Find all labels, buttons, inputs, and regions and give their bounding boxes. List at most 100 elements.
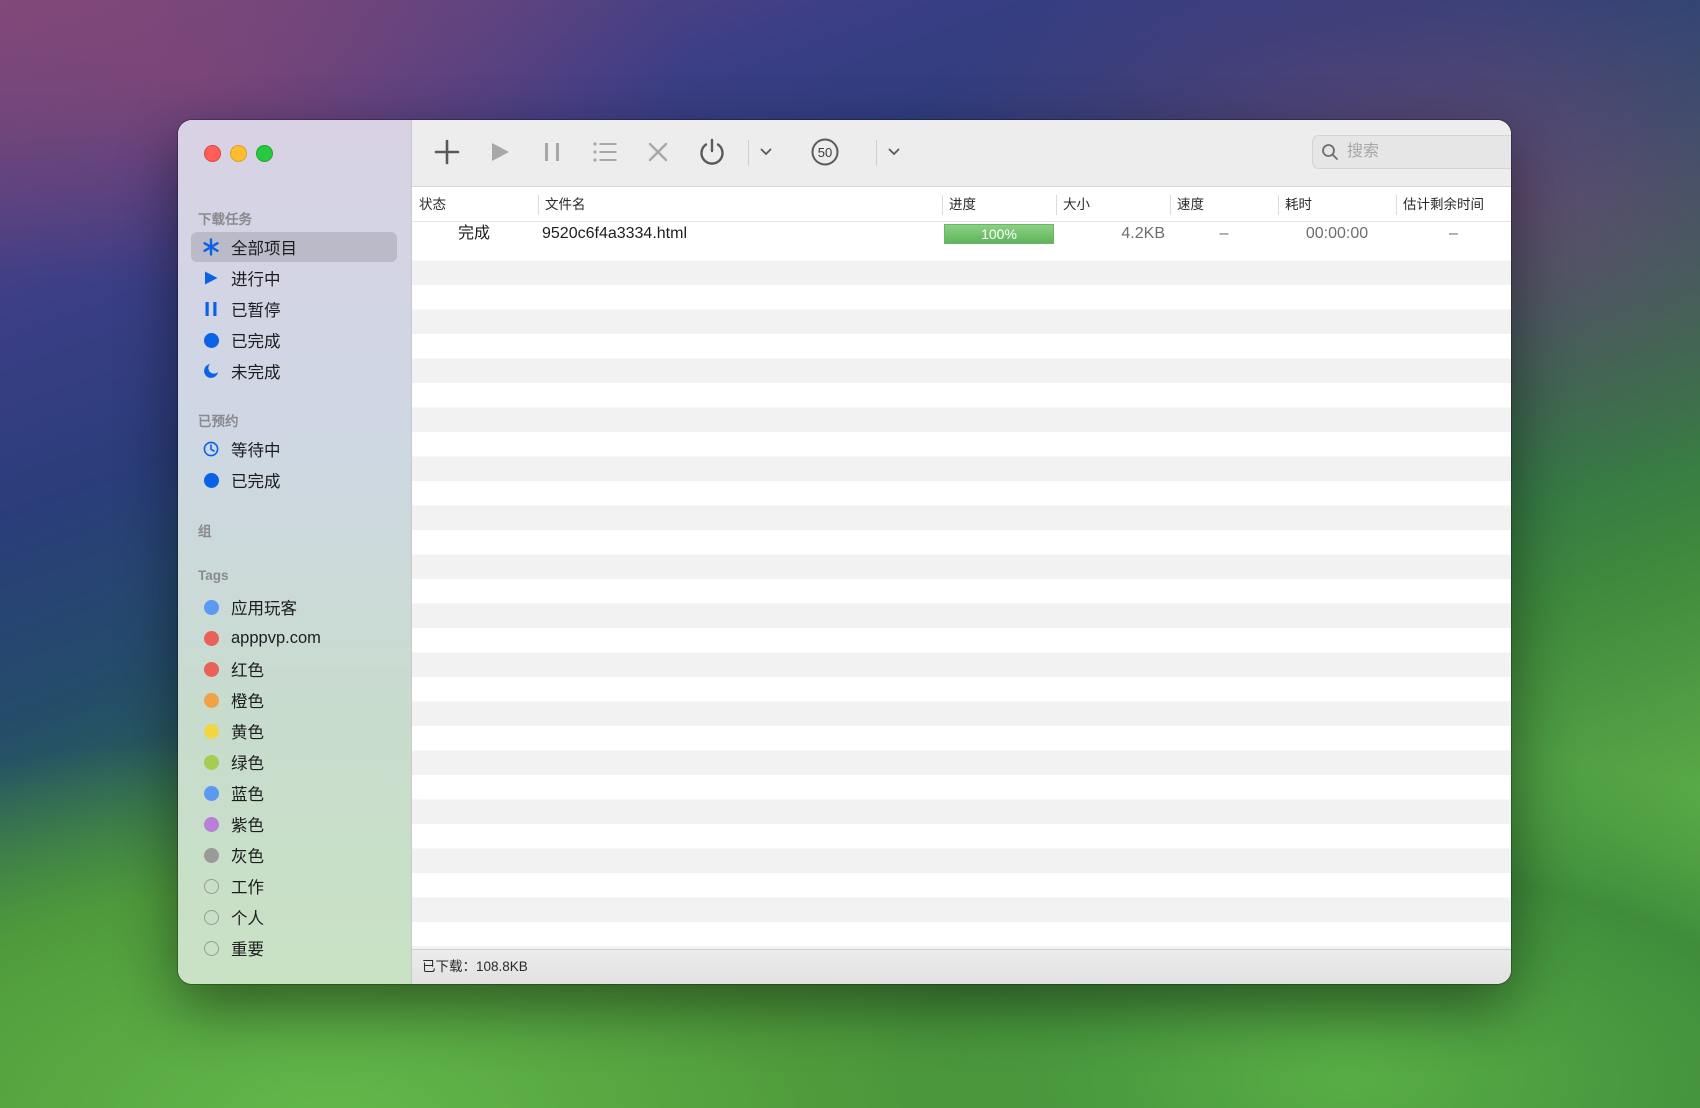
close-window-button[interactable] — [204, 145, 221, 162]
list-button[interactable] — [587, 134, 623, 170]
sidebar-item-label: 个人 — [231, 910, 264, 928]
sidebar-item-label: 紫色 — [231, 817, 264, 835]
sidebar-item-tag[interactable]: 橙色 — [191, 685, 397, 715]
sidebar-item-tag[interactable]: 红色 — [191, 654, 397, 684]
pause-icon — [201, 299, 221, 319]
sidebar-item-label: 已完成 — [231, 473, 281, 491]
cell-size: 4.2KB — [1121, 225, 1165, 242]
power-button[interactable] — [694, 134, 730, 170]
tag-color-dot-icon — [201, 783, 221, 803]
tag-color-dot-icon — [201, 814, 221, 834]
sidebar-item-label: 已完成 — [231, 333, 281, 351]
add-download-button[interactable] — [429, 134, 465, 170]
tag-color-dot-icon — [201, 752, 221, 772]
tag-color-dot-icon — [201, 845, 221, 865]
tag-empty-circle-icon — [201, 938, 221, 958]
add-icon — [434, 139, 460, 165]
sidebar-item-all[interactable]: 全部项目 — [191, 232, 397, 262]
column-header-elapsed[interactable]: 耗时 — [1278, 187, 1396, 221]
sidebar-item-completed[interactable]: 已完成 — [191, 325, 397, 355]
column-header-speed[interactable]: 速度 — [1170, 187, 1278, 221]
toolbar-separator — [748, 140, 749, 166]
speed-limit-button[interactable]: 50 — [806, 134, 844, 170]
pause-icon — [545, 143, 559, 161]
cell-status: 完成 — [458, 225, 491, 242]
sidebar-item-label: 等待中 — [231, 442, 281, 460]
column-header-size[interactable]: 大小 — [1056, 187, 1170, 221]
sidebar-item-label: 红色 — [231, 662, 264, 680]
progress-bar: 100% — [944, 224, 1054, 244]
sidebar-item-tag[interactable]: 紫色 — [191, 809, 397, 839]
sidebar-item-label: 全部项目 — [231, 240, 297, 258]
section-scheduled: 已预约 — [198, 414, 239, 429]
search-input[interactable] — [1345, 142, 1511, 162]
sidebar: 下载任务 全部项目 进行中 已暂停 已完成 未完成 已预约 等待中 已完成 组 … — [178, 120, 412, 984]
sidebar-item-label: 已暂停 — [231, 302, 281, 320]
cell-speed: – — [1219, 225, 1229, 242]
tag-color-dot-icon — [201, 659, 221, 679]
column-header-status[interactable]: 状态 — [412, 187, 538, 221]
sidebar-item-active[interactable]: 进行中 — [191, 263, 397, 293]
tag-empty-circle-icon — [201, 876, 221, 896]
section-groups: 组 — [198, 524, 212, 539]
sidebar-item-label: 蓝色 — [231, 786, 264, 804]
sidebar-item-label: 工作 — [231, 879, 264, 897]
tag-empty-circle-icon — [201, 907, 221, 927]
play-icon — [201, 268, 221, 288]
power-options-dropdown[interactable] — [754, 134, 778, 170]
remove-button[interactable] — [640, 134, 676, 170]
sidebar-item-label: 灰色 — [231, 848, 264, 866]
tag-color-dot-icon — [201, 690, 221, 710]
pause-button[interactable] — [534, 134, 570, 170]
tag-color-dot-icon — [201, 597, 221, 617]
sidebar-item-tag[interactable]: apppvp.com — [191, 623, 397, 653]
sidebar-item-tag[interactable]: 黄色 — [191, 716, 397, 746]
toolbar-separator — [876, 140, 877, 166]
clock-icon — [201, 439, 221, 459]
cell-filename: 9520c6f4a3334.html — [542, 225, 687, 242]
status-bar: 已下载：108.8KB — [412, 949, 1511, 984]
search-icon — [1322, 144, 1338, 160]
sidebar-item-tag[interactable]: 灰色 — [191, 840, 397, 870]
tag-color-dot-icon — [201, 628, 221, 648]
sidebar-item-waiting[interactable]: 等待中 — [191, 434, 397, 464]
sidebar-item-tag[interactable]: 绿色 — [191, 747, 397, 777]
sidebar-item-tag[interactable]: 应用玩客 — [191, 592, 397, 622]
sidebar-item-label: 进行中 — [231, 271, 281, 289]
sidebar-item-label: 未完成 — [231, 364, 281, 382]
resume-button[interactable] — [482, 134, 518, 170]
downloaded-total: 已下载：108.8KB — [422, 959, 528, 974]
filled-circle-icon — [201, 330, 221, 350]
sidebar-item-paused[interactable]: 已暂停 — [191, 294, 397, 324]
sidebar-item-label: 绿色 — [231, 755, 264, 773]
sidebar-item-incomplete[interactable]: 未完成 — [191, 356, 397, 386]
sidebar-item-tag[interactable]: 蓝色 — [191, 778, 397, 808]
sidebar-item-tag[interactable]: 个人 — [191, 902, 397, 932]
progress-label: 100% — [981, 226, 1017, 242]
minimize-window-button[interactable] — [230, 145, 247, 162]
app-window: 下载任务 全部项目 进行中 已暂停 已完成 未完成 已预约 等待中 已完成 组 … — [178, 120, 1511, 984]
power-icon — [700, 138, 724, 165]
column-header-filename[interactable]: 文件名 — [538, 187, 942, 221]
sidebar-item-label: 应用玩客 — [231, 600, 297, 618]
column-header-remaining[interactable]: 估计剩余时间 — [1396, 187, 1511, 221]
sidebar-item-tag[interactable]: 重要 — [191, 933, 397, 963]
traffic-lights — [204, 145, 273, 162]
list-icon — [593, 142, 617, 162]
sidebar-item-scheduled-completed[interactable]: 已完成 — [191, 465, 397, 495]
close-icon — [648, 142, 668, 162]
sidebar-item-label: apppvp.com — [231, 628, 321, 647]
moon-icon — [201, 361, 221, 381]
column-header-progress[interactable]: 进度 — [942, 187, 1056, 221]
zoom-window-button[interactable] — [256, 145, 273, 162]
downloads-table: 状态 文件名 进度 大小 速度 耗时 估计剩余时间 完成 9520c6f4a33… — [412, 187, 1511, 950]
sidebar-item-tag[interactable]: 工作 — [191, 871, 397, 901]
cell-remaining: – — [1449, 225, 1458, 242]
asterisk-icon — [201, 237, 221, 257]
play-icon — [492, 143, 509, 161]
sidebar-item-label: 橙色 — [231, 693, 264, 711]
table-row[interactable]: 完成 9520c6f4a3334.html 100% 4.2KB – 00:00… — [412, 222, 1511, 246]
chevron-down-icon — [760, 148, 772, 156]
search-field[interactable] — [1312, 135, 1511, 169]
speed-limit-dropdown[interactable] — [882, 134, 906, 170]
